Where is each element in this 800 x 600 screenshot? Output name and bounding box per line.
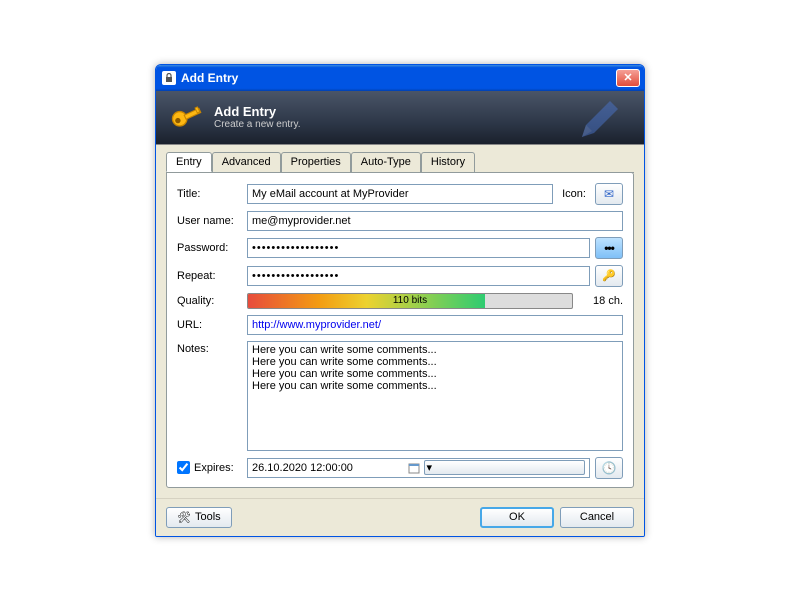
tab-advanced[interactable]: Advanced <box>212 152 281 172</box>
tab-strip: Entry Advanced Properties Auto-Type Hist… <box>166 152 634 173</box>
password-input[interactable] <box>247 238 590 258</box>
notes-label: Notes: <box>177 341 247 451</box>
clock-icon: 🕓 <box>602 461 617 475</box>
reveal-password-button[interactable]: ••• <box>595 237 623 259</box>
header-subtitle: Create a new entry. <box>214 119 301 130</box>
chevron-down-icon[interactable]: ▾ <box>424 460 586 475</box>
repeat-label: Repeat: <box>177 270 247 282</box>
titlebar[interactable]: Add Entry ✕ <box>156 65 644 91</box>
mail-icon: ✉ <box>604 187 614 201</box>
icon-label: Icon: <box>558 188 590 200</box>
dialog-footer: 🛠 Tools OK Cancel <box>156 498 644 536</box>
url-input[interactable] <box>247 315 623 335</box>
title-input[interactable] <box>247 184 553 204</box>
username-label: User name: <box>177 215 247 227</box>
dots-icon: ••• <box>604 241 614 255</box>
expires-label: Expires: <box>194 462 247 474</box>
tab-entry[interactable]: Entry <box>166 152 212 172</box>
icon-picker-button[interactable]: ✉ <box>595 183 623 205</box>
tab-auto-type[interactable]: Auto-Type <box>351 152 421 172</box>
username-input[interactable] <box>247 211 623 231</box>
repeat-input[interactable] <box>247 266 590 286</box>
tools-icon: 🛠 <box>177 511 191 524</box>
key-icon <box>168 99 204 135</box>
quality-label: Quality: <box>177 295 247 307</box>
expires-checkbox[interactable] <box>177 461 190 474</box>
key-gen-icon: 🔑 <box>602 269 616 282</box>
ok-button[interactable]: OK <box>480 507 554 528</box>
notes-textarea[interactable] <box>247 341 623 451</box>
generate-password-button[interactable]: 🔑 <box>595 265 623 287</box>
close-button[interactable]: ✕ <box>616 69 640 87</box>
tab-history[interactable]: History <box>421 152 475 172</box>
expires-value: 26.10.2020 12:00:00 <box>252 462 408 474</box>
window-title: Add Entry <box>181 71 616 85</box>
expires-preset-button[interactable]: 🕓 <box>595 457 623 479</box>
cancel-button[interactable]: Cancel <box>560 507 634 528</box>
url-label: URL: <box>177 319 247 331</box>
pencil-watermark-icon <box>576 97 624 145</box>
lock-icon <box>162 71 176 85</box>
tools-button[interactable]: 🛠 Tools <box>166 507 232 528</box>
tools-label: Tools <box>195 511 221 523</box>
calendar-icon <box>408 462 420 474</box>
char-count: 18 ch. <box>573 295 623 307</box>
password-label: Password: <box>177 242 247 254</box>
tab-panel-entry: Title: Icon: ✉ User name: Password: ••• <box>166 172 634 488</box>
header-banner: Add Entry Create a new entry. <box>156 91 644 145</box>
title-label: Title: <box>177 188 247 200</box>
add-entry-window: Add Entry ✕ Add Entry Create a new entry… <box>155 64 645 537</box>
quality-meter: 110 bits <box>247 293 573 309</box>
header-title: Add Entry <box>214 104 301 119</box>
expires-datetime-picker[interactable]: 26.10.2020 12:00:00 ▾ <box>247 458 590 478</box>
tab-properties[interactable]: Properties <box>281 152 351 172</box>
quality-bits: 110 bits <box>393 295 427 306</box>
